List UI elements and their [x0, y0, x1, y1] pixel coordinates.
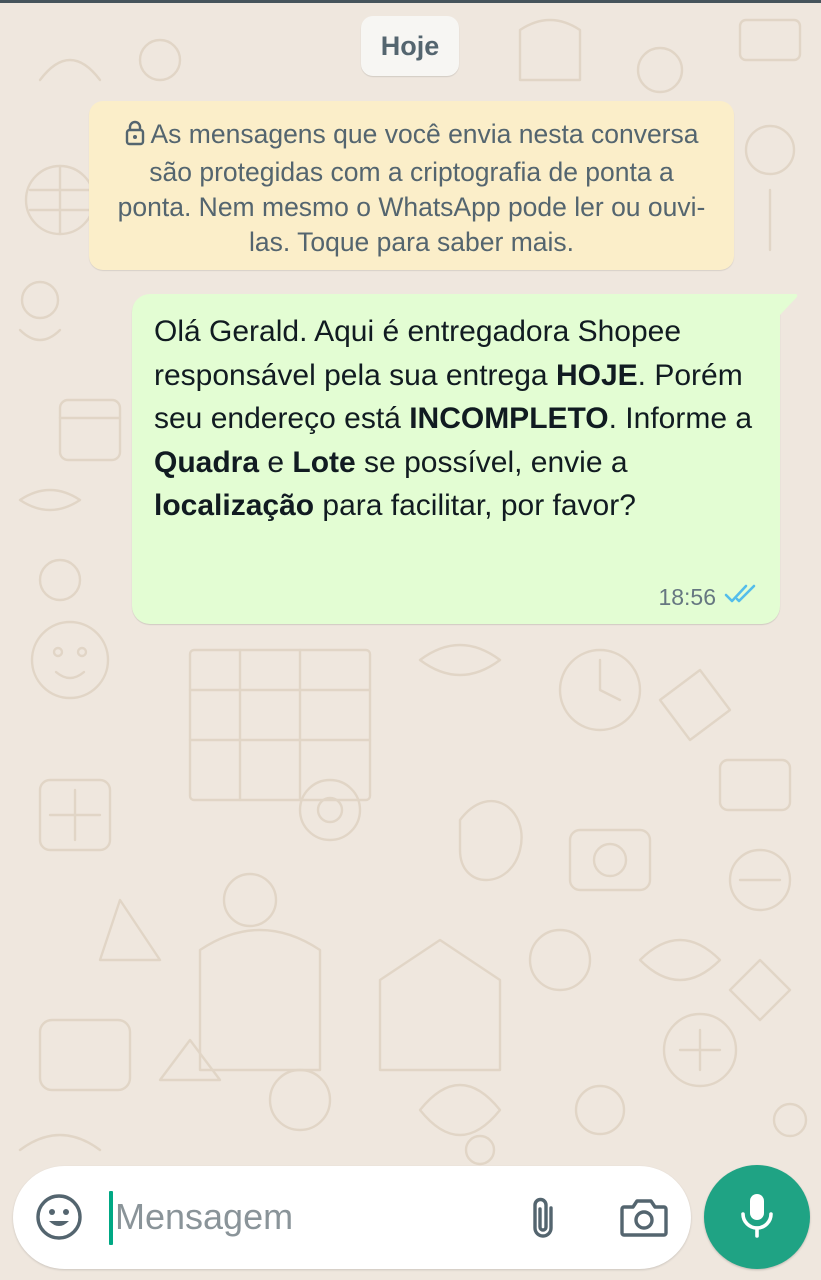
message-meta: 18:56 — [658, 582, 762, 612]
message-timestamp: 18:56 — [658, 583, 716, 610]
message-bold-part: HOJE — [555, 358, 638, 392]
text-cursor — [109, 1191, 113, 1245]
message-text: Olá Gerald. Aqui é entregadora Shopee re… — [154, 310, 760, 528]
message-text-part: e — [259, 445, 293, 479]
message-text-part: para facilitar, por favor? — [314, 489, 636, 522]
message-bold-part: Quadra — [154, 445, 260, 479]
double-check-icon — [724, 582, 762, 612]
message-text-part: . Informe a — [608, 402, 753, 435]
date-separator-chip: Hoje — [361, 16, 459, 76]
message-bold-part: INCOMPLETO — [409, 402, 609, 435]
encryption-notice-text: As mensagens que você envia nesta conver… — [117, 119, 706, 257]
message-text-part: se possível, envie a — [355, 445, 628, 479]
message-composer — [13, 1166, 691, 1269]
bubble-tail — [779, 294, 798, 316]
camera-icon[interactable] — [619, 1196, 669, 1240]
microphone-button[interactable] — [704, 1165, 810, 1269]
outgoing-message-bubble[interactable]: Olá Gerald. Aqui é entregadora Shopee re… — [132, 294, 780, 624]
encryption-notice[interactable]: As mensagens que você envia nesta conver… — [89, 101, 734, 270]
message-input[interactable] — [115, 1184, 495, 1250]
message-bold-part: localização — [154, 489, 315, 522]
microphone-icon — [739, 1192, 775, 1243]
emoji-icon[interactable] — [35, 1193, 83, 1241]
lock-icon — [125, 120, 145, 155]
paperclip-icon[interactable] — [525, 1194, 561, 1242]
message-bold-part: Lote — [292, 445, 356, 479]
